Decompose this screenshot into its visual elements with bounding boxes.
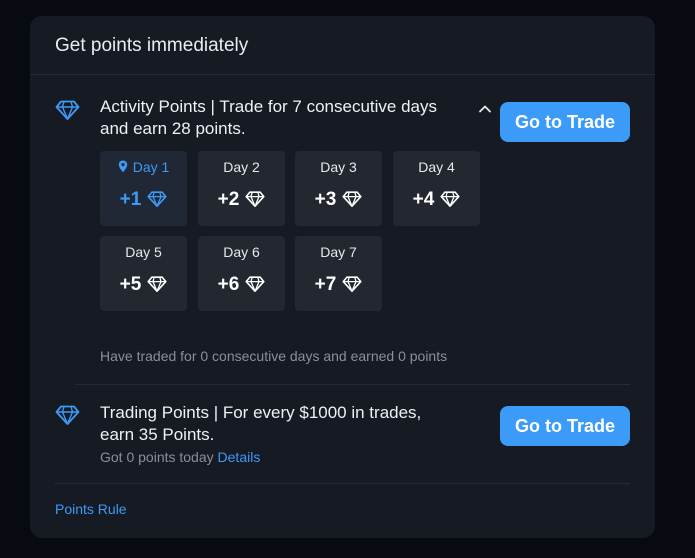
diamond-icon bbox=[239, 274, 265, 295]
trading-status: Got 0 points today Details bbox=[100, 449, 260, 465]
diamond-icon bbox=[141, 274, 167, 295]
day-label: Day 7 bbox=[295, 244, 382, 260]
day-points-value: +1 bbox=[119, 189, 142, 210]
chevron-up-icon[interactable] bbox=[477, 102, 493, 114]
day-label: Day 4 bbox=[393, 159, 480, 175]
day-label: Day 2 bbox=[198, 159, 285, 175]
get-points-card: Get points immediately Activity Points |… bbox=[30, 16, 655, 538]
day-label: Day 6 bbox=[198, 244, 285, 260]
trading-status-text: Got 0 points today bbox=[100, 449, 214, 465]
diamond-icon bbox=[55, 100, 80, 120]
day-label-text: Day 3 bbox=[320, 159, 357, 175]
trading-points-title: Trading Points | For every $1000 in trad… bbox=[100, 403, 422, 444]
trading-go-to-trade-button[interactable]: Go to Trade bbox=[500, 406, 630, 446]
day-points-value: +2 bbox=[217, 189, 240, 210]
day-points: +4 bbox=[393, 189, 480, 211]
day-points-value: +3 bbox=[314, 189, 337, 210]
day-label-text: Day 1 bbox=[132, 159, 170, 175]
day-points-value: +7 bbox=[314, 274, 337, 295]
day-points: +7 bbox=[295, 274, 382, 296]
diamond-icon bbox=[434, 189, 460, 210]
day-tile-3: Day 3 +3 bbox=[295, 151, 382, 226]
card-header: Get points immediately bbox=[30, 16, 655, 75]
day-tiles-grid: Day 1 +1 Day 2 +2 Day 3 +3 Day 4 +4 Day 5 +5 Day 6… bbox=[100, 151, 490, 311]
day-points-value: +4 bbox=[412, 189, 435, 210]
day-label: Day 1 bbox=[100, 159, 187, 176]
card-title: Get points immediately bbox=[55, 35, 249, 56]
diamond-icon bbox=[239, 189, 265, 210]
section-divider bbox=[75, 384, 630, 385]
day-tile-1: Day 1 +1 bbox=[100, 151, 187, 226]
day-label-text: Day 5 bbox=[125, 244, 162, 260]
section-divider bbox=[55, 483, 630, 484]
day-tile-6: Day 6 +6 bbox=[198, 236, 285, 311]
day-points: +5 bbox=[100, 274, 187, 296]
day-label-text: Day 6 bbox=[223, 244, 260, 260]
day-label: Day 3 bbox=[295, 159, 382, 175]
points-rule-link[interactable]: Points Rule bbox=[55, 501, 127, 517]
diamond-icon bbox=[336, 274, 362, 295]
diamond-icon bbox=[141, 189, 167, 210]
day-points-value: +6 bbox=[217, 274, 240, 295]
day-points: +2 bbox=[198, 189, 285, 211]
diamond-icon bbox=[55, 405, 80, 425]
day-points-value: +5 bbox=[119, 274, 142, 295]
activity-points-title: Activity Points | Trade for 7 consecutiv… bbox=[100, 97, 438, 138]
day-label-text: Day 7 bbox=[320, 244, 357, 260]
activity-status-text: Have traded for 0 consecutive days and e… bbox=[100, 348, 448, 364]
day-tile-2: Day 2 +2 bbox=[198, 151, 285, 226]
day-label: Day 5 bbox=[100, 244, 187, 260]
day-tile-4: Day 4 +4 bbox=[393, 151, 480, 226]
day-label-text: Day 2 bbox=[223, 159, 260, 175]
day-tile-7: Day 7 +7 bbox=[295, 236, 382, 311]
location-pin-icon bbox=[118, 160, 128, 176]
activity-go-to-trade-button[interactable]: Go to Trade bbox=[500, 102, 630, 142]
details-link[interactable]: Details bbox=[218, 449, 261, 465]
day-points: +1 bbox=[100, 189, 187, 211]
day-points: +6 bbox=[198, 274, 285, 296]
day-label-text: Day 4 bbox=[418, 159, 455, 175]
day-points: +3 bbox=[295, 189, 382, 211]
diamond-icon bbox=[336, 189, 362, 210]
day-tile-5: Day 5 +5 bbox=[100, 236, 187, 311]
